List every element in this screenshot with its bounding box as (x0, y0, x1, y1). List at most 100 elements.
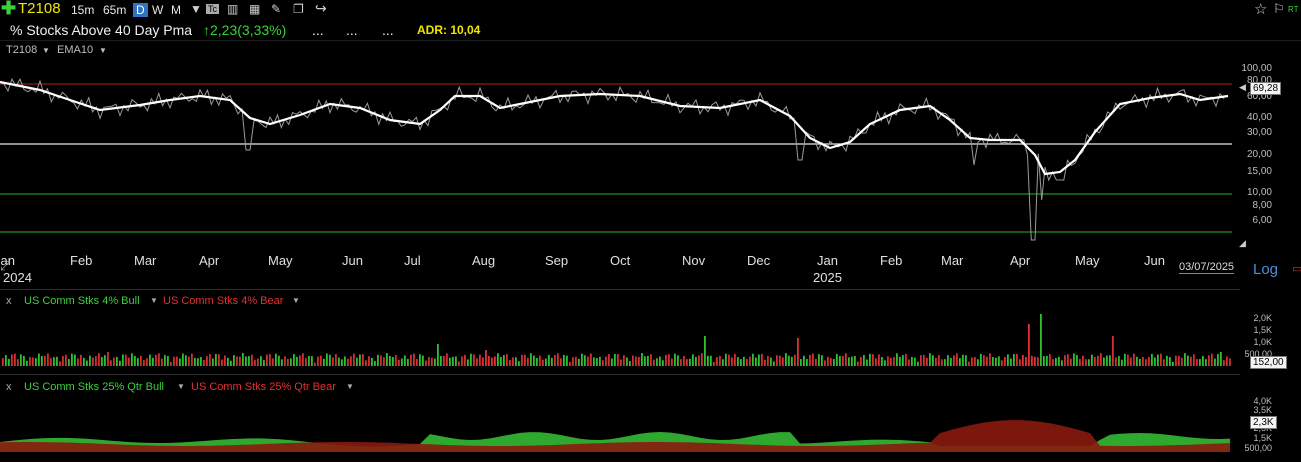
flag-icon[interactable]: ⚐ (1273, 1, 1285, 17)
breadth-bar (407, 358, 409, 366)
header-dots-2[interactable]: ... (346, 22, 358, 38)
breadth-bar (473, 354, 475, 366)
breadth-bar (101, 357, 103, 366)
pane2-bull-dropdown-icon[interactable]: ▼ (150, 296, 158, 305)
symbol-label[interactable]: T2108 (18, 0, 61, 17)
bookmark-icon[interactable]: ❐ (293, 2, 304, 16)
timeframe-monthly[interactable]: M (171, 3, 181, 17)
breadth-bar (170, 361, 172, 366)
series-dropdown-icon[interactable]: ▼ (42, 46, 50, 55)
draw-icon[interactable]: ✎ (271, 2, 281, 16)
share-icon[interactable]: ↪ (315, 0, 327, 17)
ema-dropdown-icon[interactable]: ▼ (99, 46, 107, 55)
breadth-bar (641, 353, 643, 366)
star-icon[interactable]: ☆ (1254, 0, 1267, 18)
breadth-bar (425, 360, 427, 366)
breadth-bar (491, 357, 493, 366)
timeframe-weekly[interactable]: W (152, 3, 163, 17)
adr-value: ADR: 10,04 (417, 23, 481, 37)
pane3-chart[interactable] (0, 396, 1240, 458)
breadth-bar (1169, 357, 1171, 366)
breadth-bar (674, 353, 676, 366)
breadth-bar (281, 359, 283, 366)
breadth-bar (761, 353, 763, 366)
breadth-bar (788, 355, 790, 366)
breadth-bar (551, 357, 553, 366)
header-dots-3[interactable]: ... (382, 22, 394, 38)
pane2-bear-dropdown-icon[interactable]: ▼ (292, 296, 300, 305)
add-symbol-icon[interactable]: ✚ (1, 0, 16, 19)
breadth-bar (296, 356, 298, 366)
breadth-bar (1016, 353, 1018, 366)
x-tick-label: Mar (134, 253, 157, 268)
breadth-bar (713, 362, 715, 366)
dropdown-icon[interactable]: ▼ (190, 2, 202, 16)
timeframe-15m[interactable]: 15m (71, 3, 94, 17)
pane3-bear-dropdown-icon[interactable]: ▼ (346, 382, 354, 391)
breadth-bar (395, 354, 397, 366)
breadth-bar (602, 360, 604, 366)
breadth-bar (236, 356, 238, 366)
y-tick: 1,5K (1253, 325, 1272, 335)
last-value-marker-icon: ◀ (1239, 82, 1246, 92)
breadth-bar (944, 359, 946, 366)
breadth-bar (845, 353, 847, 366)
breadth-bar (821, 355, 823, 366)
breadth-bar (1079, 358, 1081, 366)
pane3-bull-label[interactable]: US Comm Stks 25% Qtr Bull (24, 381, 164, 393)
breadth-bar (341, 359, 343, 366)
breadth-bar (1007, 354, 1009, 366)
breadth-bar (1097, 355, 1099, 366)
breadth-bar (1028, 324, 1030, 366)
pane3-bull-dropdown-icon[interactable]: ▼ (177, 382, 185, 391)
ema-label[interactable]: EMA10 (57, 44, 93, 56)
breadth-bar (1055, 357, 1057, 366)
timeframe-daily[interactable]: D (133, 3, 148, 17)
breadth-bar (632, 355, 634, 366)
breadth-bar (722, 359, 724, 366)
breadth-bar (710, 355, 712, 366)
log-scale-button[interactable]: Log (1253, 261, 1278, 278)
change-value: ↑2,23(3,33%) (203, 22, 287, 38)
series-label[interactable]: T2108 (6, 44, 37, 56)
pane2-bull-label[interactable]: US Comm Stks 4% Bull (24, 295, 140, 307)
breadth-bar (344, 356, 346, 366)
breadth-bar (461, 356, 463, 366)
pane2-close-button[interactable]: x (6, 295, 12, 307)
pane2-bear-label[interactable]: US Comm Stks 4% Bear (163, 295, 283, 307)
indicator-icon[interactable]: Tc (206, 4, 219, 14)
breadth-bar (1064, 355, 1066, 366)
pane3-bear-label[interactable]: US Comm Stks 25% Qtr Bear (191, 381, 336, 393)
timeframe-65m[interactable]: 65m (103, 3, 126, 17)
breadth-bar (716, 356, 718, 366)
breadth-bar (455, 356, 457, 366)
pane2-y-axis[interactable]: 2,0K 1,5K 1,0K 500,00 152,00 (1236, 308, 1296, 370)
pane2-chart[interactable] (0, 308, 1240, 368)
calculator-icon[interactable]: ▦ (249, 2, 260, 16)
main-y-axis[interactable]: 100,00 80,00 60,00 40,00 30,00 20,00 15,… (1236, 60, 1296, 250)
breadth-bar (707, 355, 709, 366)
pane3-y-axis[interactable]: 4,0K 3,5K 2,5K 1,5K 500,00 2,3K (1236, 396, 1296, 458)
main-chart[interactable] (0, 60, 1240, 260)
header-dots-1[interactable]: ... (312, 22, 324, 38)
breadth-bar (731, 357, 733, 366)
breadth-bar (374, 360, 376, 366)
expand-icon[interactable]: ⤢ (0, 258, 10, 274)
breadth-bar (1019, 359, 1021, 366)
scale-option-icon[interactable]: ▭ (1292, 262, 1301, 275)
breadth-bar (386, 353, 388, 366)
breadth-bar (224, 355, 226, 366)
breadth-bar (695, 356, 697, 366)
pane3-close-button[interactable]: x (6, 381, 12, 393)
breadth-bar (1085, 359, 1087, 366)
breadth-bar (959, 358, 961, 366)
breadth-bar (137, 358, 139, 366)
bar-style-icon[interactable]: ▥ (227, 2, 238, 16)
breadth-bar (776, 355, 778, 366)
breadth-bar (1103, 357, 1105, 366)
pane2-last-value: 152,00 (1250, 356, 1287, 369)
breadth-bar (29, 357, 31, 366)
breadth-bar (647, 355, 649, 366)
breadth-bar (269, 354, 271, 366)
breadth-bar (881, 357, 883, 366)
